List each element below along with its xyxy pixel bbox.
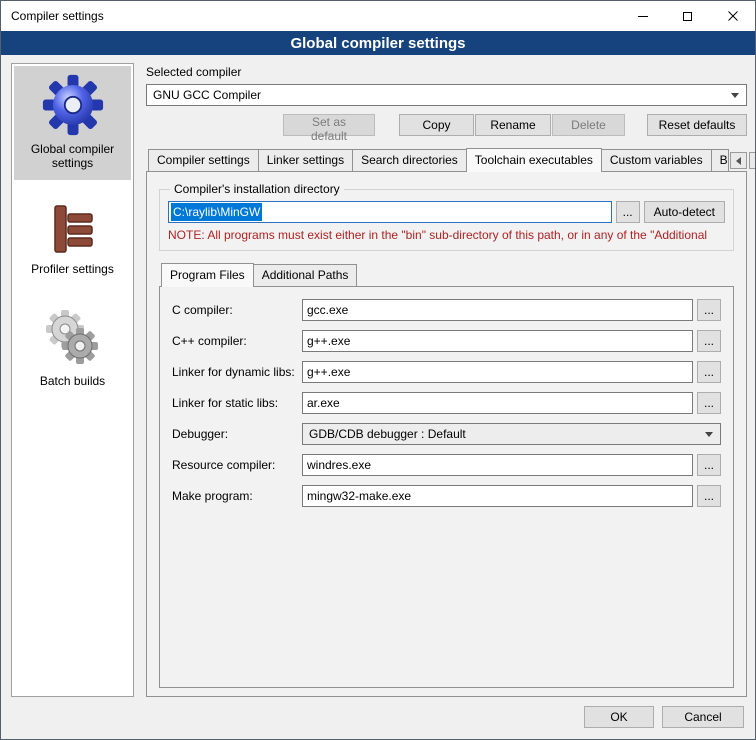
auto-detect-button[interactable]: Auto-detect <box>644 201 725 223</box>
tab-scroll-right-button[interactable] <box>749 152 756 169</box>
dynamic-linker-input[interactable]: g++.exe <box>302 361 693 383</box>
make-program-value: mingw32-make.exe <box>307 489 411 503</box>
dialog-footer: OK Cancel <box>1 703 755 739</box>
maximize-icon <box>683 12 692 21</box>
maximize-button[interactable] <box>665 1 710 31</box>
c-compiler-row: C compiler: gcc.exe ... <box>172 299 721 321</box>
dynamic-linker-label: Linker for dynamic libs: <box>172 365 302 379</box>
note-text: NOTE: All programs must exist either in … <box>168 228 725 242</box>
tab-linker-settings[interactable]: Linker settings <box>258 149 353 171</box>
close-button[interactable] <box>710 1 755 31</box>
compiler-settings-window: Compiler settings Global compiler settin… <box>0 0 756 740</box>
sidebar-item-label: Profiler settings <box>16 262 129 276</box>
compiler-select-value: GNU GCC Compiler <box>153 88 731 102</box>
reset-defaults-button[interactable]: Reset defaults <box>647 114 747 136</box>
titlebar: Compiler settings <box>1 1 755 31</box>
tab-scroll-left-button[interactable] <box>730 152 747 169</box>
installation-directory-row: C:\raylib\MinGW ... Auto-detect <box>168 201 725 223</box>
tab-search-directories[interactable]: Search directories <box>352 149 467 171</box>
tab-custom-variables[interactable]: Custom variables <box>601 149 712 171</box>
static-linker-input[interactable]: ar.exe <box>302 392 693 414</box>
tab-build-options[interactable]: Buil <box>711 149 729 171</box>
page-title-banner: Global compiler settings <box>1 31 755 55</box>
debugger-select[interactable]: GDB/CDB debugger : Default <box>302 423 721 445</box>
resource-compiler-browse-button[interactable]: ... <box>697 454 721 476</box>
cpp-compiler-input[interactable]: g++.exe <box>302 330 693 352</box>
selected-compiler-label: Selected compiler <box>146 65 747 79</box>
resource-compiler-value: windres.exe <box>307 458 371 472</box>
sidebar-item-label: Global compiler settings <box>16 142 129 170</box>
cpp-compiler-value: g++.exe <box>307 334 350 348</box>
main-panel: Selected compiler GNU GCC Compiler Set a… <box>146 63 747 697</box>
compiler-select[interactable]: GNU GCC Compiler <box>146 84 747 106</box>
arrow-left-icon <box>736 157 741 165</box>
installation-directory-value: C:\raylib\MinGW <box>171 203 262 221</box>
make-program-browse-button[interactable]: ... <box>697 485 721 507</box>
dialog-body: Global compiler settings Profiler settin… <box>1 55 755 703</box>
cpp-compiler-browse-button[interactable]: ... <box>697 330 721 352</box>
dynamic-linker-value: g++.exe <box>307 365 350 379</box>
static-linker-row: Linker for static libs: ar.exe ... <box>172 392 721 414</box>
tab-scroll-controls <box>728 152 756 171</box>
tab-toolchain-executables[interactable]: Toolchain executables <box>466 148 602 172</box>
tab-program-files[interactable]: Program Files <box>161 263 254 287</box>
c-compiler-label: C compiler: <box>172 303 302 317</box>
sidebar-item-batch-builds[interactable]: Batch builds <box>14 300 131 398</box>
resource-compiler-label: Resource compiler: <box>172 458 302 472</box>
c-compiler-input[interactable]: gcc.exe <box>302 299 693 321</box>
rename-button[interactable]: Rename <box>475 114 551 136</box>
settings-sidebar: Global compiler settings Profiler settin… <box>11 63 134 697</box>
sidebar-item-profiler-settings[interactable]: Profiler settings <box>14 194 131 286</box>
make-program-input[interactable]: mingw32-make.exe <box>302 485 693 507</box>
program-tabs: Program Files Additional Paths <box>159 263 734 286</box>
static-linker-label: Linker for static libs: <box>172 396 302 410</box>
sidebar-item-label: Batch builds <box>16 374 129 388</box>
c-compiler-value: gcc.exe <box>307 303 348 317</box>
cpp-compiler-label: C++ compiler: <box>172 334 302 348</box>
installation-directory-legend: Compiler's installation directory <box>170 182 344 196</box>
chevron-down-icon <box>705 432 713 437</box>
close-icon <box>728 11 738 21</box>
compiler-actions: Set as default Copy Rename Delete Reset … <box>146 114 747 136</box>
delete-button[interactable]: Delete <box>552 114 625 136</box>
debugger-label: Debugger: <box>172 427 302 441</box>
profiler-icon <box>46 202 100 256</box>
tab-compiler-settings[interactable]: Compiler settings <box>148 149 259 171</box>
installation-directory-input[interactable]: C:\raylib\MinGW <box>168 201 612 223</box>
batch-gears-icon <box>43 308 103 368</box>
make-program-row: Make program: mingw32-make.exe ... <box>172 485 721 507</box>
resource-compiler-input[interactable]: windres.exe <box>302 454 693 476</box>
installation-directory-group: Compiler's installation directory C:\ray… <box>159 182 734 251</box>
make-program-label: Make program: <box>172 489 302 503</box>
minimize-button[interactable] <box>620 1 665 31</box>
chevron-down-icon <box>731 93 739 98</box>
installation-directory-browse-button[interactable]: ... <box>616 201 640 223</box>
program-files-page: C compiler: gcc.exe ... C++ compiler: g+… <box>159 286 734 688</box>
c-compiler-browse-button[interactable]: ... <box>697 299 721 321</box>
dynamic-linker-row: Linker for dynamic libs: g++.exe ... <box>172 361 721 383</box>
tab-additional-paths[interactable]: Additional Paths <box>253 264 358 286</box>
set-as-default-button[interactable]: Set as default <box>283 114 375 136</box>
copy-button[interactable]: Copy <box>399 114 474 136</box>
static-linker-value: ar.exe <box>307 396 340 410</box>
gear-blue-icon <box>42 74 104 136</box>
debugger-select-value: GDB/CDB debugger : Default <box>309 427 705 441</box>
compiler-tabs: Compiler settings Linker settings Search… <box>146 148 747 171</box>
window-title: Compiler settings <box>1 9 620 23</box>
window-controls <box>620 1 755 31</box>
ok-button[interactable]: OK <box>584 706 654 728</box>
cancel-button[interactable]: Cancel <box>662 706 744 728</box>
debugger-row: Debugger: GDB/CDB debugger : Default <box>172 423 721 445</box>
cpp-compiler-row: C++ compiler: g++.exe ... <box>172 330 721 352</box>
toolchain-executables-page: Compiler's installation directory C:\ray… <box>146 171 747 697</box>
dynamic-linker-browse-button[interactable]: ... <box>697 361 721 383</box>
resource-compiler-row: Resource compiler: windres.exe ... <box>172 454 721 476</box>
minimize-icon <box>638 16 648 17</box>
static-linker-browse-button[interactable]: ... <box>697 392 721 414</box>
sidebar-item-global-compiler-settings[interactable]: Global compiler settings <box>14 66 131 180</box>
